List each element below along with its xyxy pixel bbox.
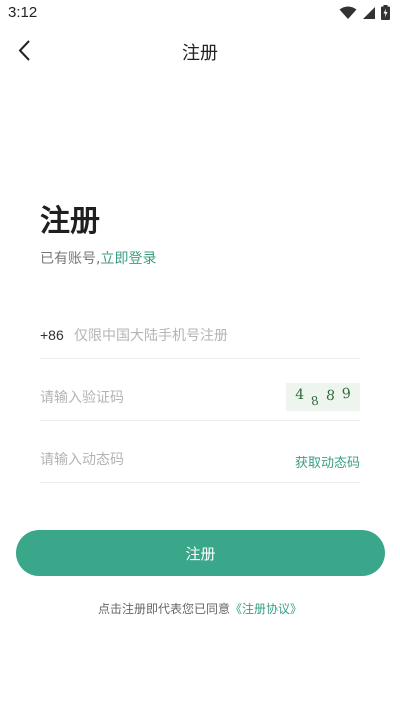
captcha-char: 4 [295, 387, 305, 403]
captcha-input[interactable] [40, 380, 276, 416]
captcha-image[interactable]: 4 8 8 9 [286, 383, 360, 411]
login-prompt-line: 已有账号,立即登录 [40, 248, 156, 268]
battery-charging-icon [381, 5, 390, 20]
nav-title: 注册 [182, 43, 218, 64]
get-code-button[interactable]: 获取动态码 [295, 452, 360, 471]
status-icons [339, 5, 390, 20]
agreement-text: 点击注册即代表您已同意 [97, 602, 230, 616]
login-link[interactable]: 立即登录 [100, 251, 156, 267]
phone-input[interactable] [74, 318, 354, 354]
agreement-link[interactable]: 《注册协议》 [230, 602, 302, 616]
login-prompt-text: 已有账号, [40, 251, 101, 267]
nav-bar: 注册 [0, 28, 400, 74]
sms-code-input[interactable] [40, 442, 280, 478]
agreement-line: 点击注册即代表您已同意《注册协议》 [0, 600, 400, 617]
sms-code-field: 获取动态码 [40, 442, 360, 483]
captcha-field: 4 8 8 9 [40, 380, 360, 421]
captcha-char: 8 [310, 393, 320, 409]
cellular-signal-icon [363, 6, 375, 19]
status-time: 3:12 [8, 4, 38, 21]
status-bar: 3:12 [0, 0, 400, 28]
captcha-char: 8 [325, 387, 336, 405]
captcha-char: 9 [341, 385, 352, 403]
page-title: 注册 [40, 204, 100, 239]
country-code[interactable]: +86 [40, 327, 64, 343]
register-button[interactable]: 注册 [16, 530, 385, 576]
wifi-icon [339, 6, 357, 19]
phone-field: +86 [40, 318, 360, 359]
